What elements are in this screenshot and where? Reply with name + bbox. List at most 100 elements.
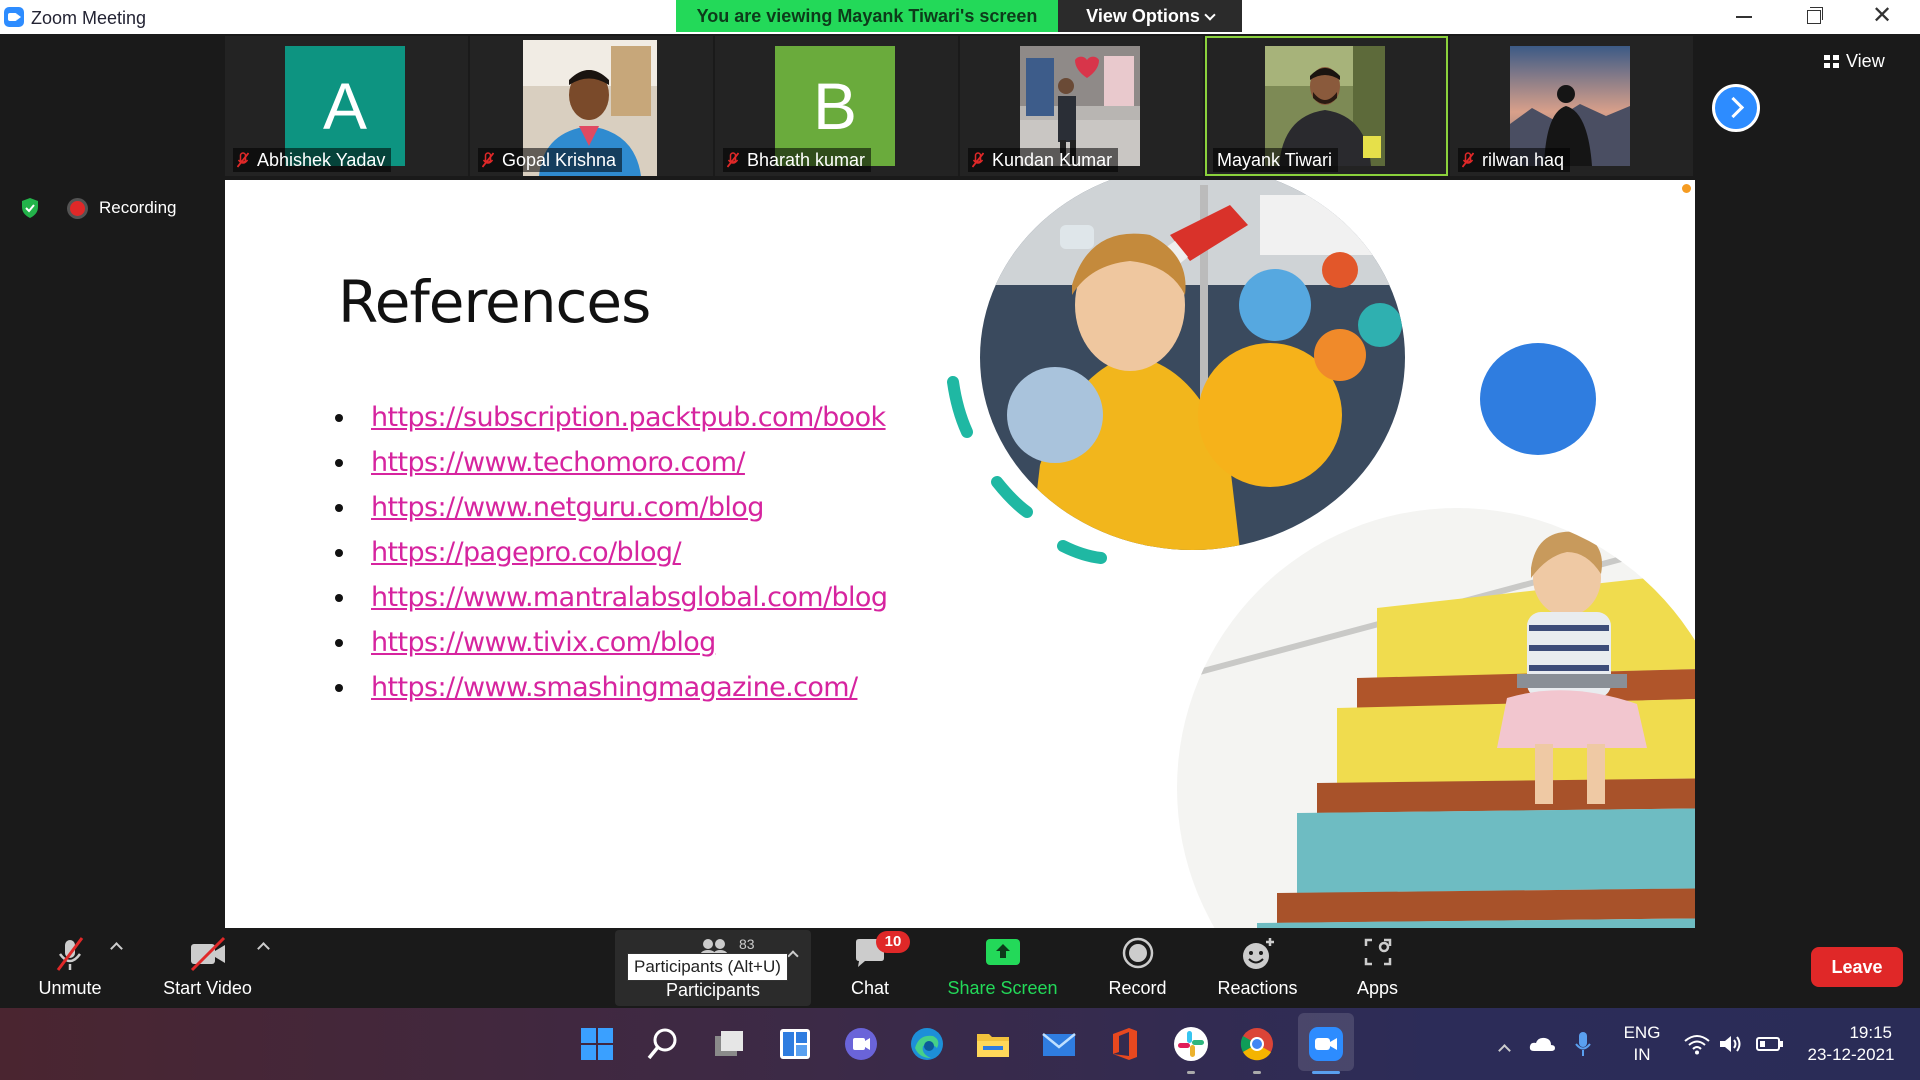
participant-name-label: Gopal Krishna [478, 148, 623, 172]
bullet [335, 638, 343, 647]
active-app-indicator [1312, 1071, 1340, 1074]
chat-unread-badge: 10 [876, 931, 910, 953]
share-screen-label: Share Screen [947, 978, 1058, 998]
mail-icon[interactable] [1041, 1026, 1077, 1062]
list-item: https://subscription.packtpub.com/book [335, 395, 887, 440]
language-code: ENG [1623, 1023, 1661, 1042]
bullet [335, 548, 343, 557]
share-screen-button[interactable]: Share Screen [940, 930, 1065, 1008]
list-item: https://www.mantralabsglobal.com/blog [335, 575, 888, 620]
decorative-blue-circle [1480, 343, 1596, 455]
shared-screen-slide: References https://subscription.packtpub… [225, 180, 1695, 928]
clock-date: 23-12-2021 [1807, 1045, 1895, 1064]
participants-label: Participants [665, 980, 761, 1000]
volume-icon[interactable] [1718, 1033, 1744, 1055]
chrome-browser-icon[interactable] [1239, 1026, 1275, 1062]
slack-icon[interactable] [1173, 1026, 1209, 1062]
teams-chat-icon[interactable] [843, 1026, 879, 1062]
video-off-icon [190, 936, 225, 972]
bullet [335, 413, 343, 422]
participant-tile[interactable]: Gopal Krishna [470, 36, 713, 176]
minimize-button[interactable] [1714, 0, 1774, 32]
window-title: Zoom Meeting [31, 8, 147, 28]
bullet [335, 458, 343, 467]
mic-off-icon [1462, 152, 1474, 168]
zoom-app-icon[interactable] [1308, 1026, 1344, 1062]
view-button[interactable]: View [1824, 48, 1885, 74]
close-button[interactable]: ✕ [1852, 0, 1912, 32]
onedrive-cloud-icon[interactable] [1528, 1035, 1556, 1053]
task-view-icon[interactable] [711, 1026, 747, 1062]
input-language-indicator[interactable]: ENG IN [1614, 1023, 1670, 1065]
bullet [335, 503, 343, 512]
language-region: IN [1633, 1045, 1651, 1064]
reference-link[interactable]: https://www.tivix.com/blog [371, 627, 716, 658]
bullet [335, 683, 343, 692]
record-icon [1122, 937, 1153, 969]
participants-tooltip: Participants (Alt+U) [627, 953, 788, 981]
reference-link[interactable]: https://www.smashingmagazine.com/ [371, 672, 858, 703]
zoom-window: Zoom Meeting You are viewing Mayank Tiwa… [0, 0, 1920, 1080]
recording-status: Recording [99, 198, 177, 217]
participant-tile-active-speaker[interactable]: Mayank Tiwari [1205, 36, 1448, 176]
running-app-indicator [1253, 1071, 1261, 1074]
list-item: https://www.tivix.com/blog [335, 620, 887, 665]
start-video-button[interactable]: Start Video [150, 930, 265, 1008]
widgets-icon[interactable] [777, 1026, 813, 1062]
chevron-down-icon [1204, 9, 1216, 21]
view-options-label: View Options [1086, 6, 1200, 26]
edge-browser-icon[interactable] [909, 1026, 945, 1062]
apps-label: Apps [1356, 978, 1399, 998]
participant-filmstrip: A Abhishek Yadav Gopal Krishna B Bharath… [225, 36, 1695, 176]
participant-tile[interactable]: Kundan Kumar [960, 36, 1203, 176]
unmute-button[interactable]: Unmute [20, 930, 120, 1008]
encryption-shield-icon[interactable] [20, 197, 40, 219]
child-stairs-photo [1177, 508, 1695, 928]
apps-icon [1364, 938, 1391, 966]
participant-tile[interactable]: B Bharath kumar [715, 36, 958, 176]
reference-link[interactable]: https://www.techomoro.com/ [371, 447, 746, 478]
filmstrip-next-button[interactable] [1712, 84, 1760, 132]
view-options-button[interactable]: View Options [1058, 0, 1242, 32]
viewing-screen-banner: You are viewing Mayank Tiwari's screen [676, 0, 1058, 32]
reference-link[interactable]: https://pagepro.co/blog/ [371, 537, 682, 568]
participant-name: rilwan haq [1482, 150, 1565, 170]
reactions-button[interactable]: Reactions [1210, 930, 1305, 1008]
meeting-control-bar: Unmute Start Video Chat Share Screen Rec… [0, 930, 1920, 1008]
clock[interactable]: 19:15 23-12-2021 [1796, 1023, 1906, 1065]
mic-off-icon [482, 152, 494, 168]
participant-name: Kundan Kumar [992, 150, 1113, 170]
participant-name: Bharath kumar [747, 150, 866, 170]
reference-link[interactable]: https://subscription.packtpub.com/book [371, 402, 886, 433]
windows-start-icon[interactable] [579, 1026, 615, 1062]
participant-name-label: Mayank Tiwari [1213, 148, 1339, 172]
mic-off-icon [972, 152, 984, 168]
search-icon[interactable] [645, 1026, 681, 1062]
file-explorer-icon[interactable] [975, 1026, 1011, 1062]
title-bar: Zoom Meeting You are viewing Mayank Tiwa… [0, 0, 1920, 34]
reference-link[interactable]: https://www.mantralabsglobal.com/blog [371, 582, 888, 613]
restore-button[interactable] [1782, 0, 1842, 32]
record-button[interactable]: Record [1100, 930, 1175, 1008]
office-icon[interactable] [1107, 1026, 1143, 1062]
list-item: https://www.techomoro.com/ [335, 440, 887, 485]
presenter-indicator-dot [1682, 184, 1691, 193]
bullet [335, 593, 343, 602]
participant-tile[interactable]: rilwan haq [1450, 36, 1693, 176]
participant-name-label: Bharath kumar [723, 148, 872, 172]
slide-title: References [338, 268, 651, 336]
clock-time: 19:15 [1849, 1023, 1892, 1042]
leave-button[interactable]: Leave [1811, 947, 1903, 987]
chat-label: Chat [850, 978, 890, 998]
battery-icon[interactable] [1756, 1035, 1784, 1053]
participant-tile[interactable]: A Abhishek Yadav [225, 36, 468, 176]
reference-link[interactable]: https://www.netguru.com/blog [371, 492, 764, 523]
participants-options-caret-icon[interactable] [787, 950, 799, 962]
microphone-in-use-icon[interactable] [1574, 1031, 1592, 1057]
participant-name: Mayank Tiwari [1217, 150, 1333, 170]
list-item: https://www.netguru.com/blog [335, 485, 887, 530]
apps-button[interactable]: Apps [1345, 930, 1410, 1008]
wifi-icon[interactable] [1684, 1033, 1710, 1055]
participants-count: 83 [739, 936, 755, 952]
view-label: View [1846, 51, 1885, 71]
